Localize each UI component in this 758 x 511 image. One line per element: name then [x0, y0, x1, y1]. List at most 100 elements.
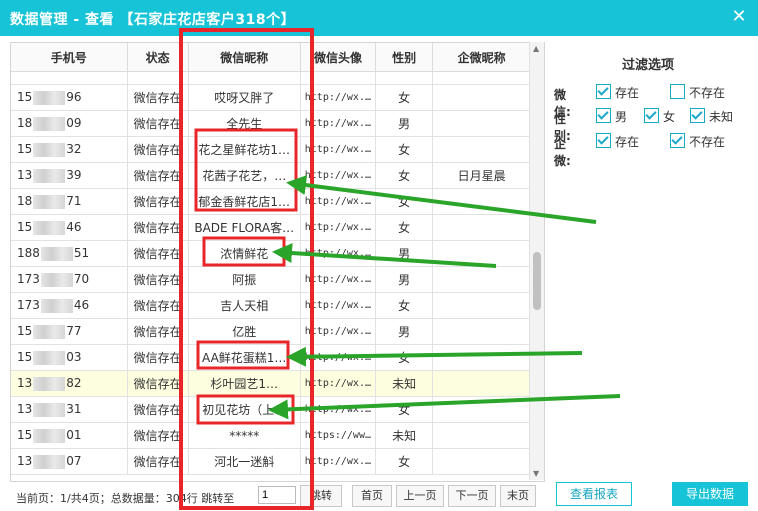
phone-suffix: 82 — [66, 376, 82, 391]
checkbox-unchecked-icon[interactable] — [670, 84, 685, 99]
table-row[interactable]: 18 09 微信存在 全先生 http://wx.… 男 — [11, 110, 531, 137]
checkbox-gender-female[interactable]: 女 — [644, 108, 675, 125]
cell-phone: 18 71 — [11, 188, 128, 215]
col-header-avatar[interactable]: 微信头像 — [300, 43, 377, 72]
phone-prefix: 13 — [17, 454, 33, 469]
cell-status: 微信存在 — [127, 240, 189, 267]
pager: 当前页：1/共4页；总数据量：304行 跳转至 跳转 首页 上一页 下一页 末页 — [10, 484, 550, 508]
cell-avatar: http://wx.… — [300, 344, 377, 371]
redacted-phone-blur — [33, 220, 66, 235]
table-row[interactable]: 188 51 微信存在 浓情鲜花 http://wx.… 男 — [11, 240, 531, 267]
checkbox-checked-icon[interactable] — [596, 133, 611, 148]
cell-nickname: BADE FLORA客… — [188, 214, 301, 241]
cell-gender: 男 — [375, 318, 434, 345]
first-page-button[interactable]: 首页 — [352, 485, 392, 507]
table-row[interactable]: 15 01 微信存在 ***** https://ww… 未知 — [11, 422, 531, 449]
checkbox-wechat-exist[interactable]: 存在 — [596, 84, 639, 101]
cell-nickname: 郁金香鲜花店1… — [188, 188, 301, 215]
redacted-phone-blur — [40, 298, 73, 313]
cell-nickname: 亿胜 — [188, 318, 301, 345]
view-report-button[interactable]: 查看报表 — [556, 482, 632, 506]
col-header-status[interactable]: 状态 — [127, 43, 189, 72]
cell-gender: 男 — [375, 266, 434, 293]
cell-avatar: http://wx.… — [300, 136, 377, 163]
close-icon[interactable]: ✕ — [728, 6, 750, 28]
phone-prefix: 173 — [17, 298, 40, 313]
go-button[interactable]: 跳转 — [300, 485, 342, 507]
cell-nickname: 河北一迷斛 — [188, 448, 301, 475]
phone-prefix: 18 — [17, 116, 33, 131]
checkbox-checked-icon[interactable] — [596, 108, 611, 123]
col-header-wecom[interactable]: 企微昵称 — [432, 43, 531, 72]
phone-prefix: 13 — [17, 376, 33, 391]
cell-phone: 13 31 — [11, 396, 128, 423]
phone-prefix: 15 — [17, 220, 33, 235]
cell-avatar: http://wx.… — [300, 370, 377, 397]
data-grid: 手机号 状态 微信昵称 微信头像 性别 企微昵称 15 96 微信存在 哎呀又胖了 ht… — [10, 42, 545, 482]
cell-wecom — [432, 188, 531, 215]
cell-status: 微信存在 — [127, 162, 189, 189]
page-input[interactable] — [258, 486, 296, 504]
cell-gender: 女 — [375, 292, 434, 319]
table-row[interactable]: 173 46 微信存在 吉人天相 http://wx.… 女 — [11, 292, 531, 319]
cell-phone: 15 01 — [11, 422, 128, 449]
checkbox-wecom-exist[interactable]: 存在 — [596, 133, 639, 150]
table-row[interactable]: 15 77 微信存在 亿胜 http://wx.… 男 — [11, 318, 531, 345]
phone-suffix: 09 — [66, 116, 82, 131]
cell-wecom: 日月星晨 — [432, 162, 531, 189]
table-row[interactable]: 173 70 微信存在 阿振 http://wx.… 男 — [11, 266, 531, 293]
scroll-up-icon[interactable]: ▲ — [533, 44, 539, 53]
cell-status: 微信存在 — [127, 188, 189, 215]
cell-status: 微信存在 — [127, 266, 189, 293]
checkbox-gender-male[interactable]: 男 — [596, 108, 627, 125]
phone-prefix: 188 — [17, 246, 40, 261]
last-page-button[interactable]: 末页 — [500, 485, 536, 507]
phone-prefix: 15 — [17, 90, 33, 105]
cell-avatar: http://wx.… — [300, 396, 377, 423]
redacted-phone-blur — [33, 142, 66, 157]
cell-gender: 女 — [375, 214, 434, 241]
table-row[interactable]: 15 46 微信存在 BADE FLORA客… http://wx.… 女 — [11, 214, 531, 241]
export-data-button[interactable]: 导出数据 — [672, 482, 748, 506]
phone-suffix: 71 — [66, 194, 82, 209]
cell-phone: 173 70 — [11, 266, 128, 293]
phone-prefix: 13 — [17, 168, 33, 183]
checkbox-checked-icon[interactable] — [596, 84, 611, 99]
filter-title: 过滤选项 — [622, 58, 675, 73]
checkbox-checked-icon[interactable] — [644, 108, 659, 123]
cell-wecom — [432, 266, 531, 293]
table-row[interactable]: 13 07 微信存在 河北一迷斛 http://wx.… 女 — [11, 448, 531, 475]
cell-nickname: 杉叶园艺1… — [188, 370, 301, 397]
prev-page-button[interactable]: 上一页 — [396, 485, 444, 507]
phone-suffix: 03 — [66, 350, 82, 365]
table-row[interactable]: 13 39 微信存在 花茜子花艺，… http://wx.… 女日月星晨 — [11, 162, 531, 189]
table-row[interactable]: 15 03 微信存在 AA鲜花蛋糕1… http://wx.… 女 — [11, 344, 531, 371]
checkbox-checked-icon[interactable] — [690, 108, 705, 123]
table-row[interactable]: 18 71 微信存在 郁金香鲜花店1… http://wx.… 女 — [11, 188, 531, 215]
cell-phone: 13 82 — [11, 370, 128, 397]
cell-wecom — [432, 318, 531, 345]
checkbox-gender-unknown[interactable]: 未知 — [690, 108, 733, 125]
cell-avatar: http://wx.… — [300, 240, 377, 267]
vertical-scrollbar[interactable]: ▲ ▼ — [529, 42, 544, 480]
cell-avatar: http://wx.… — [300, 292, 377, 319]
filter-panel: 过滤选项 微信: 存在 不存在 性别: 男 女 未知 企微: 存在 不存在 — [550, 42, 750, 168]
cell-phone: 13 39 — [11, 162, 128, 189]
checkbox-wecom-not-exist[interactable]: 不存在 — [670, 133, 725, 150]
table-row[interactable]: 13 82 微信存在 杉叶园艺1… http://wx.… 未知 — [11, 370, 531, 397]
scroll-down-icon[interactable]: ▼ — [533, 469, 539, 478]
checkbox-wechat-not-exist[interactable]: 不存在 — [670, 84, 725, 101]
cell-nickname: ***** — [188, 422, 301, 449]
cell-gender: 未知 — [375, 370, 434, 397]
next-page-button[interactable]: 下一页 — [448, 485, 496, 507]
table-row[interactable]: 15 96 微信存在 哎呀又胖了 http://wx.… 女 — [11, 84, 531, 111]
scroll-thumb[interactable] — [533, 252, 541, 310]
cell-gender: 女 — [375, 188, 434, 215]
table-row[interactable]: 13 31 微信存在 初见花坊（上… http://wx.… 女 — [11, 396, 531, 423]
table-row[interactable]: 15 32 微信存在 花之星鲜花坊1… http://wx.… 女 — [11, 136, 531, 163]
col-header-gender[interactable]: 性别 — [375, 43, 434, 72]
checkbox-checked-icon[interactable] — [670, 133, 685, 148]
cell-avatar: http://wx.… — [300, 448, 377, 475]
col-header-phone[interactable]: 手机号 — [11, 43, 128, 72]
col-header-nickname[interactable]: 微信昵称 — [188, 43, 301, 72]
